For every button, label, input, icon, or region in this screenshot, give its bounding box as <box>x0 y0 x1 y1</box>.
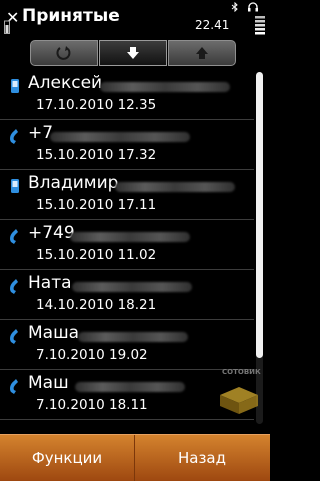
list-item[interactable]: Владимир 15.10.2010 17.11 <box>0 170 254 220</box>
handset-icon <box>10 129 18 144</box>
watermark-text: СОТОВИК <box>222 368 261 376</box>
handset-icon <box>10 329 18 344</box>
list-item[interactable]: +7 15.10.2010 17.32 <box>0 120 254 170</box>
caller-name: Алексей <box>28 73 103 93</box>
call-type-tabs <box>30 40 240 68</box>
blurred-text <box>100 82 230 92</box>
call-time: 15.10.2010 17.11 <box>36 197 157 213</box>
blurred-text <box>78 332 188 342</box>
list-item[interactable]: Маша 7.10.2010 19.02 <box>0 320 254 370</box>
list-item[interactable]: +749 15.10.2010 11.02 <box>0 220 254 270</box>
download-arrow-icon <box>127 47 139 59</box>
blurred-text <box>70 232 190 242</box>
call-time: 7.10.2010 19.02 <box>36 347 148 363</box>
softkey-bar: Функции Назад <box>0 434 270 481</box>
tab-received-calls[interactable] <box>99 40 167 66</box>
list-item[interactable]: Ната 14.10.2010 18.21 <box>0 270 254 320</box>
list-item[interactable]: Маш 7.10.2010 18.11 <box>0 370 254 420</box>
call-time: 17.10.2010 12.35 <box>36 97 157 113</box>
blurred-text <box>72 282 192 292</box>
call-time: 7.10.2010 18.11 <box>36 397 148 413</box>
options-button[interactable]: Функции <box>0 435 134 481</box>
scrollbar-thumb[interactable] <box>256 72 263 358</box>
caller-name: Владимир <box>28 173 119 193</box>
blurred-text <box>75 382 185 392</box>
handset-icon <box>10 229 18 244</box>
caller-name: Маша <box>28 323 80 343</box>
back-button[interactable]: Назад <box>135 435 269 481</box>
handset-icon <box>10 379 18 394</box>
list-item[interactable]: Алексей 17.10.2010 12.35 <box>0 70 254 120</box>
watermark-logo-icon <box>220 387 258 414</box>
call-time: 14.10.2010 18.21 <box>36 297 157 313</box>
battery-icon <box>4 20 10 34</box>
caller-name: +749 <box>28 223 75 243</box>
tab-outgoing-calls[interactable] <box>168 40 236 66</box>
call-time: 15.10.2010 17.32 <box>36 147 157 163</box>
incoming-call-icon <box>56 46 71 60</box>
upload-arrow-icon <box>196 47 208 59</box>
status-bar: ✕ Принятые 22.41 <box>0 0 270 38</box>
signal-strength-icon <box>255 16 265 35</box>
mobile-phone-icon <box>11 179 19 193</box>
call-list: Алексей 17.10.2010 12.35 +7 15.10.2010 1… <box>0 70 254 422</box>
caller-name: Маш <box>28 373 69 393</box>
blurred-text <box>50 132 190 142</box>
caller-name: Ната <box>28 273 72 293</box>
blurred-text <box>115 182 235 192</box>
handset-icon <box>10 279 18 294</box>
bluetooth-icon <box>231 2 238 12</box>
call-time: 15.10.2010 11.02 <box>36 247 157 263</box>
mobile-phone-icon <box>11 79 19 93</box>
page-title: Принятые <box>22 6 120 26</box>
clock: 22.41 <box>195 18 230 32</box>
tab-dialed-calls[interactable] <box>30 40 98 66</box>
headset-icon <box>248 2 258 12</box>
caller-name: +7 <box>28 123 54 143</box>
